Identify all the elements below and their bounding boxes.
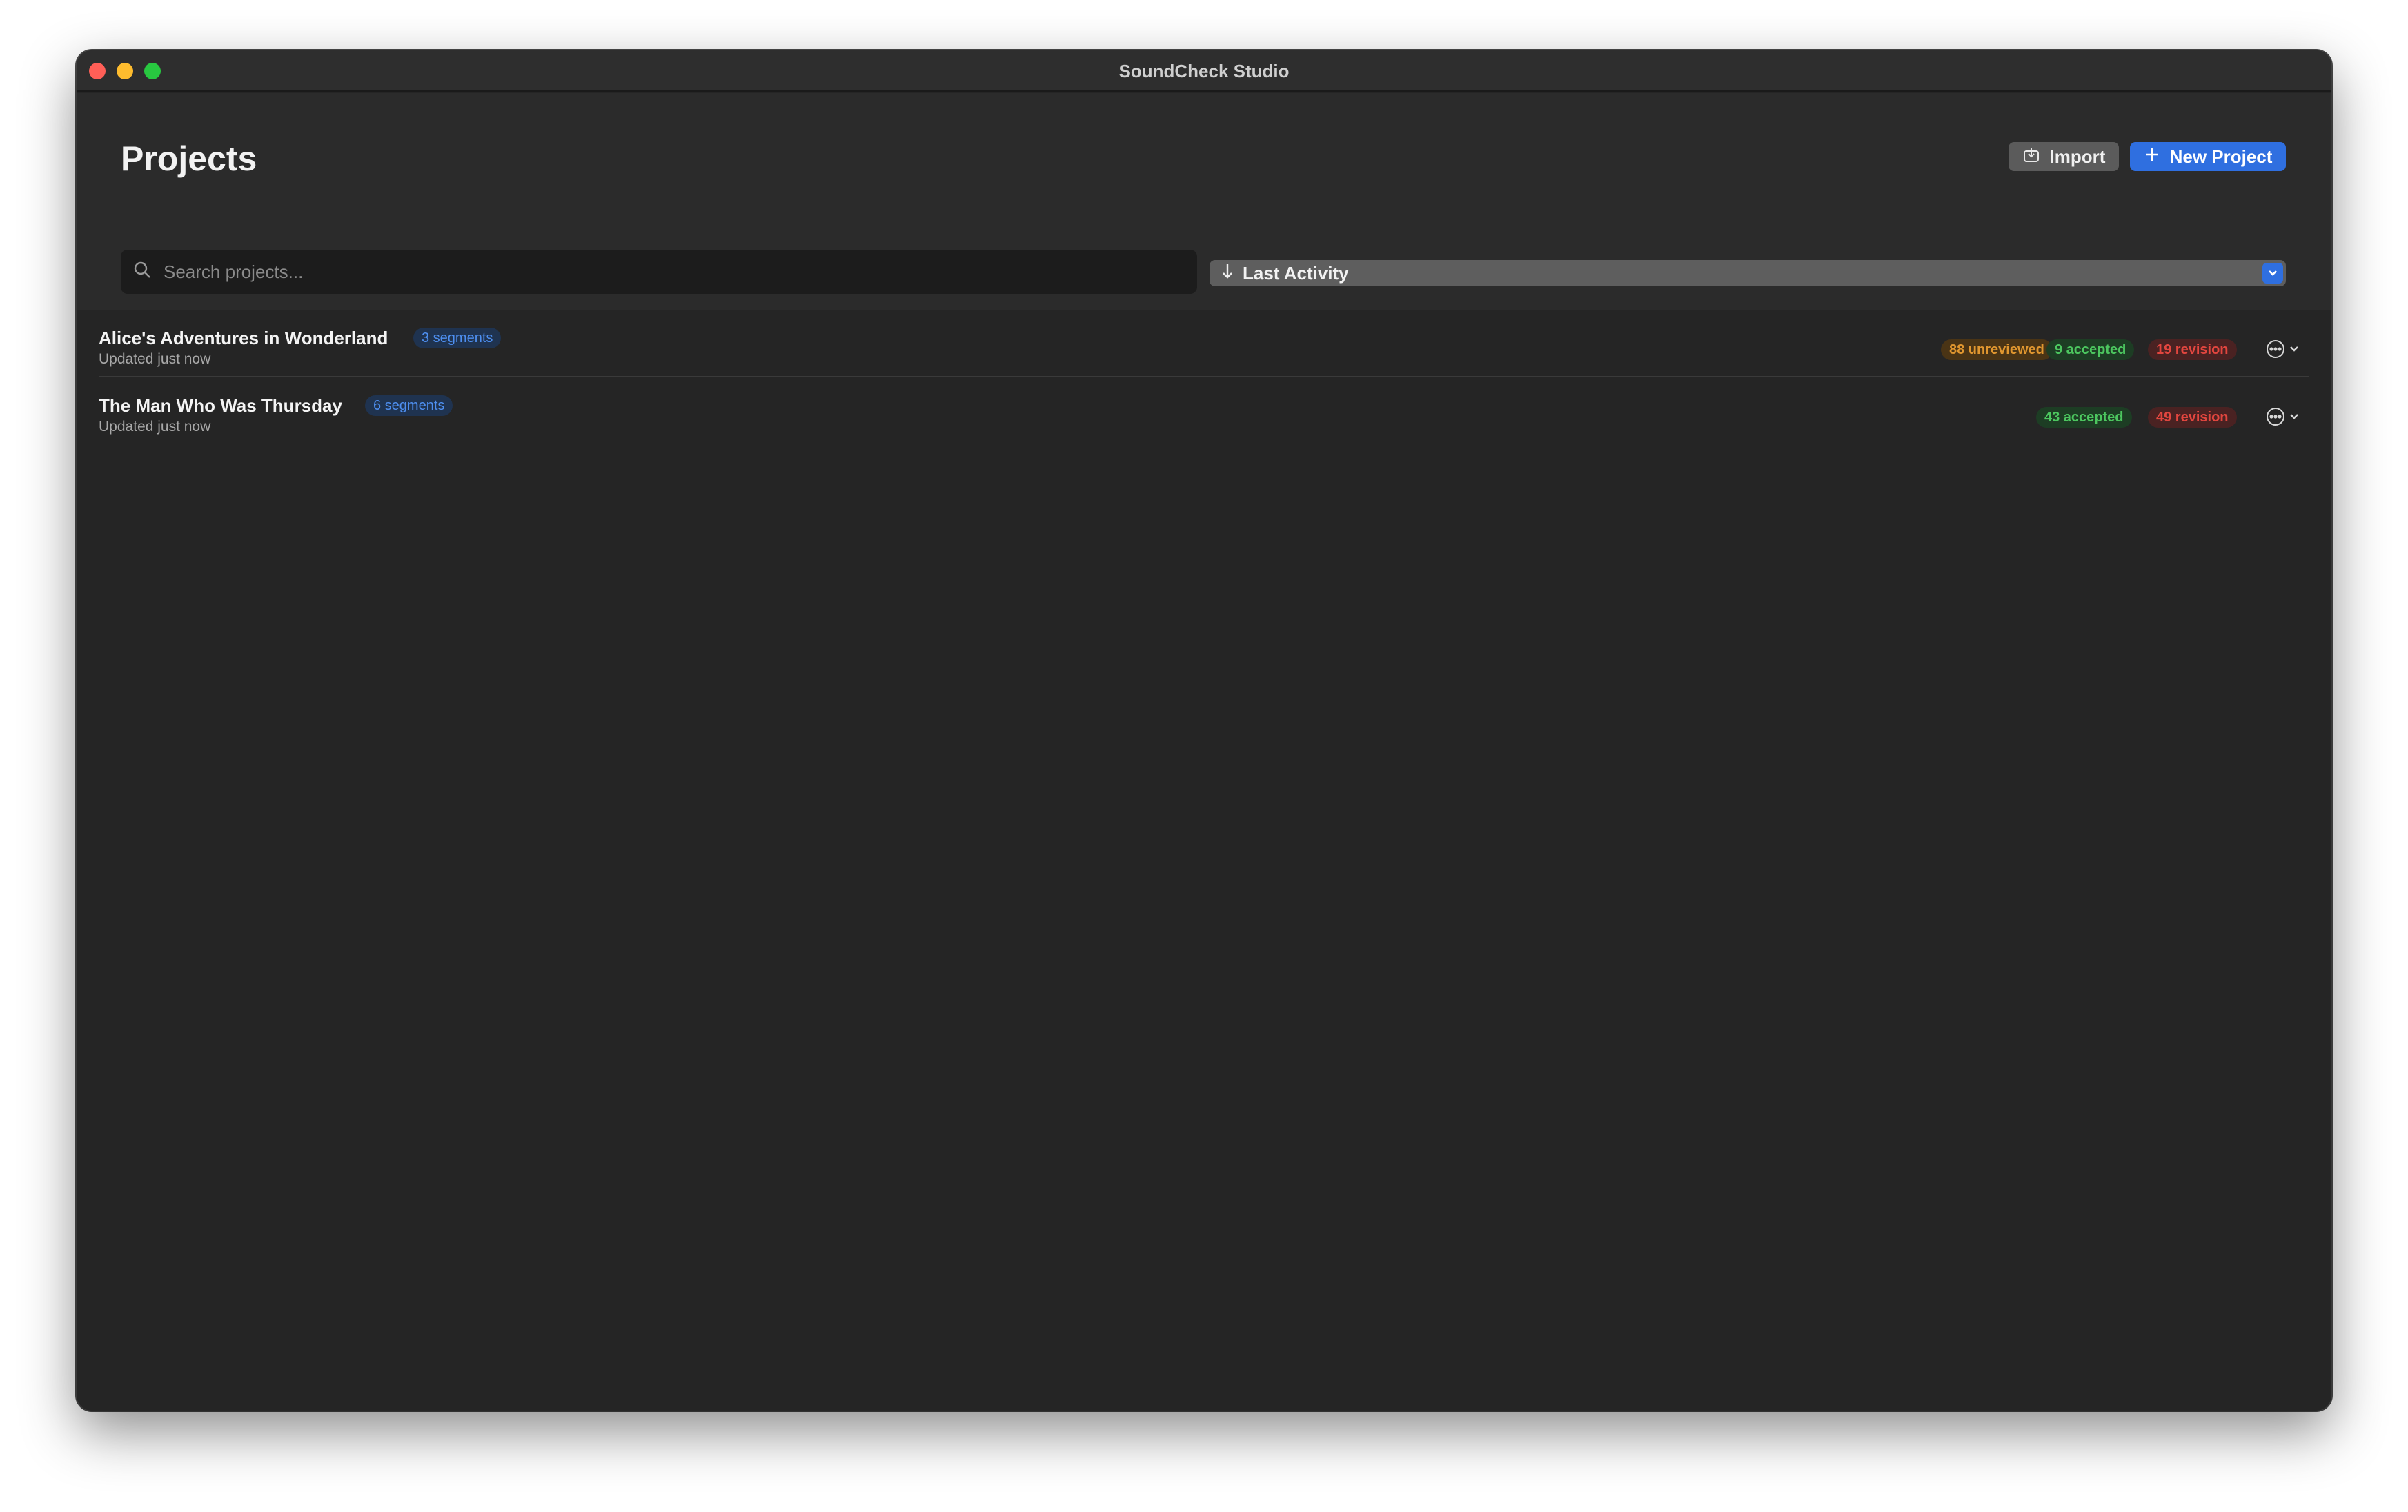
page-title: Projects: [121, 139, 257, 178]
app-window: SoundCheck Studio Projects Import New Pr…: [77, 50, 2331, 1411]
revision-badge: 19 revision: [2148, 339, 2237, 360]
window-title: SoundCheck Studio: [1118, 61, 1290, 81]
plus-icon: [2144, 146, 2160, 168]
sort-select[interactable]: Last Activity: [1210, 260, 2286, 286]
search-input[interactable]: Search projects...: [121, 250, 1197, 294]
projects-header: Projects Import New Project Search proje…: [77, 93, 2331, 310]
more-options-button[interactable]: [2265, 339, 2302, 363]
new-project-label: New Project: [2169, 146, 2273, 167]
more-options-button[interactable]: [2265, 406, 2302, 430]
segments-badge: 6 segments: [365, 395, 453, 416]
chevron-down-icon: [2289, 412, 2300, 424]
sort-label: Last Activity: [1243, 262, 1349, 284]
project-title: Alice's Adventures in Wonderland: [99, 328, 388, 348]
accepted-badge: 43 accepted: [2036, 407, 2132, 428]
chevron-down-icon[interactable]: [2262, 263, 2283, 284]
project-updated: Updated just now: [99, 351, 211, 367]
project-row[interactable]: Alice's Adventures in Wonderland 3 segme…: [99, 310, 2309, 376]
search-placeholder: Search projects...: [164, 261, 304, 282]
arrow-down-icon: [1221, 263, 1234, 284]
project-list: Alice's Adventures in Wonderland 3 segme…: [99, 310, 2309, 442]
new-project-button[interactable]: New Project: [2130, 142, 2286, 171]
segments-badge: 3 segments: [413, 328, 502, 348]
ellipsis-circle-icon: [2265, 339, 2286, 363]
project-updated: Updated just now: [99, 419, 211, 435]
import-icon: [2022, 146, 2040, 168]
accepted-badge: 9 accepted: [2046, 339, 2135, 360]
import-label: Import: [2049, 146, 2106, 167]
unreviewed-badge: 88 unreviewed: [1941, 339, 2053, 360]
search-icon: [133, 261, 151, 284]
chevron-down-icon: [2289, 344, 2300, 357]
ellipsis-circle-icon: [2265, 406, 2286, 430]
revision-badge: 49 revision: [2148, 407, 2237, 428]
project-title: The Man Who Was Thursday: [99, 395, 342, 416]
project-row[interactable]: The Man Who Was Thursday 6 segments Upda…: [99, 376, 2309, 442]
title-bar: SoundCheck Studio: [77, 50, 2331, 92]
import-button[interactable]: Import: [2009, 142, 2119, 171]
